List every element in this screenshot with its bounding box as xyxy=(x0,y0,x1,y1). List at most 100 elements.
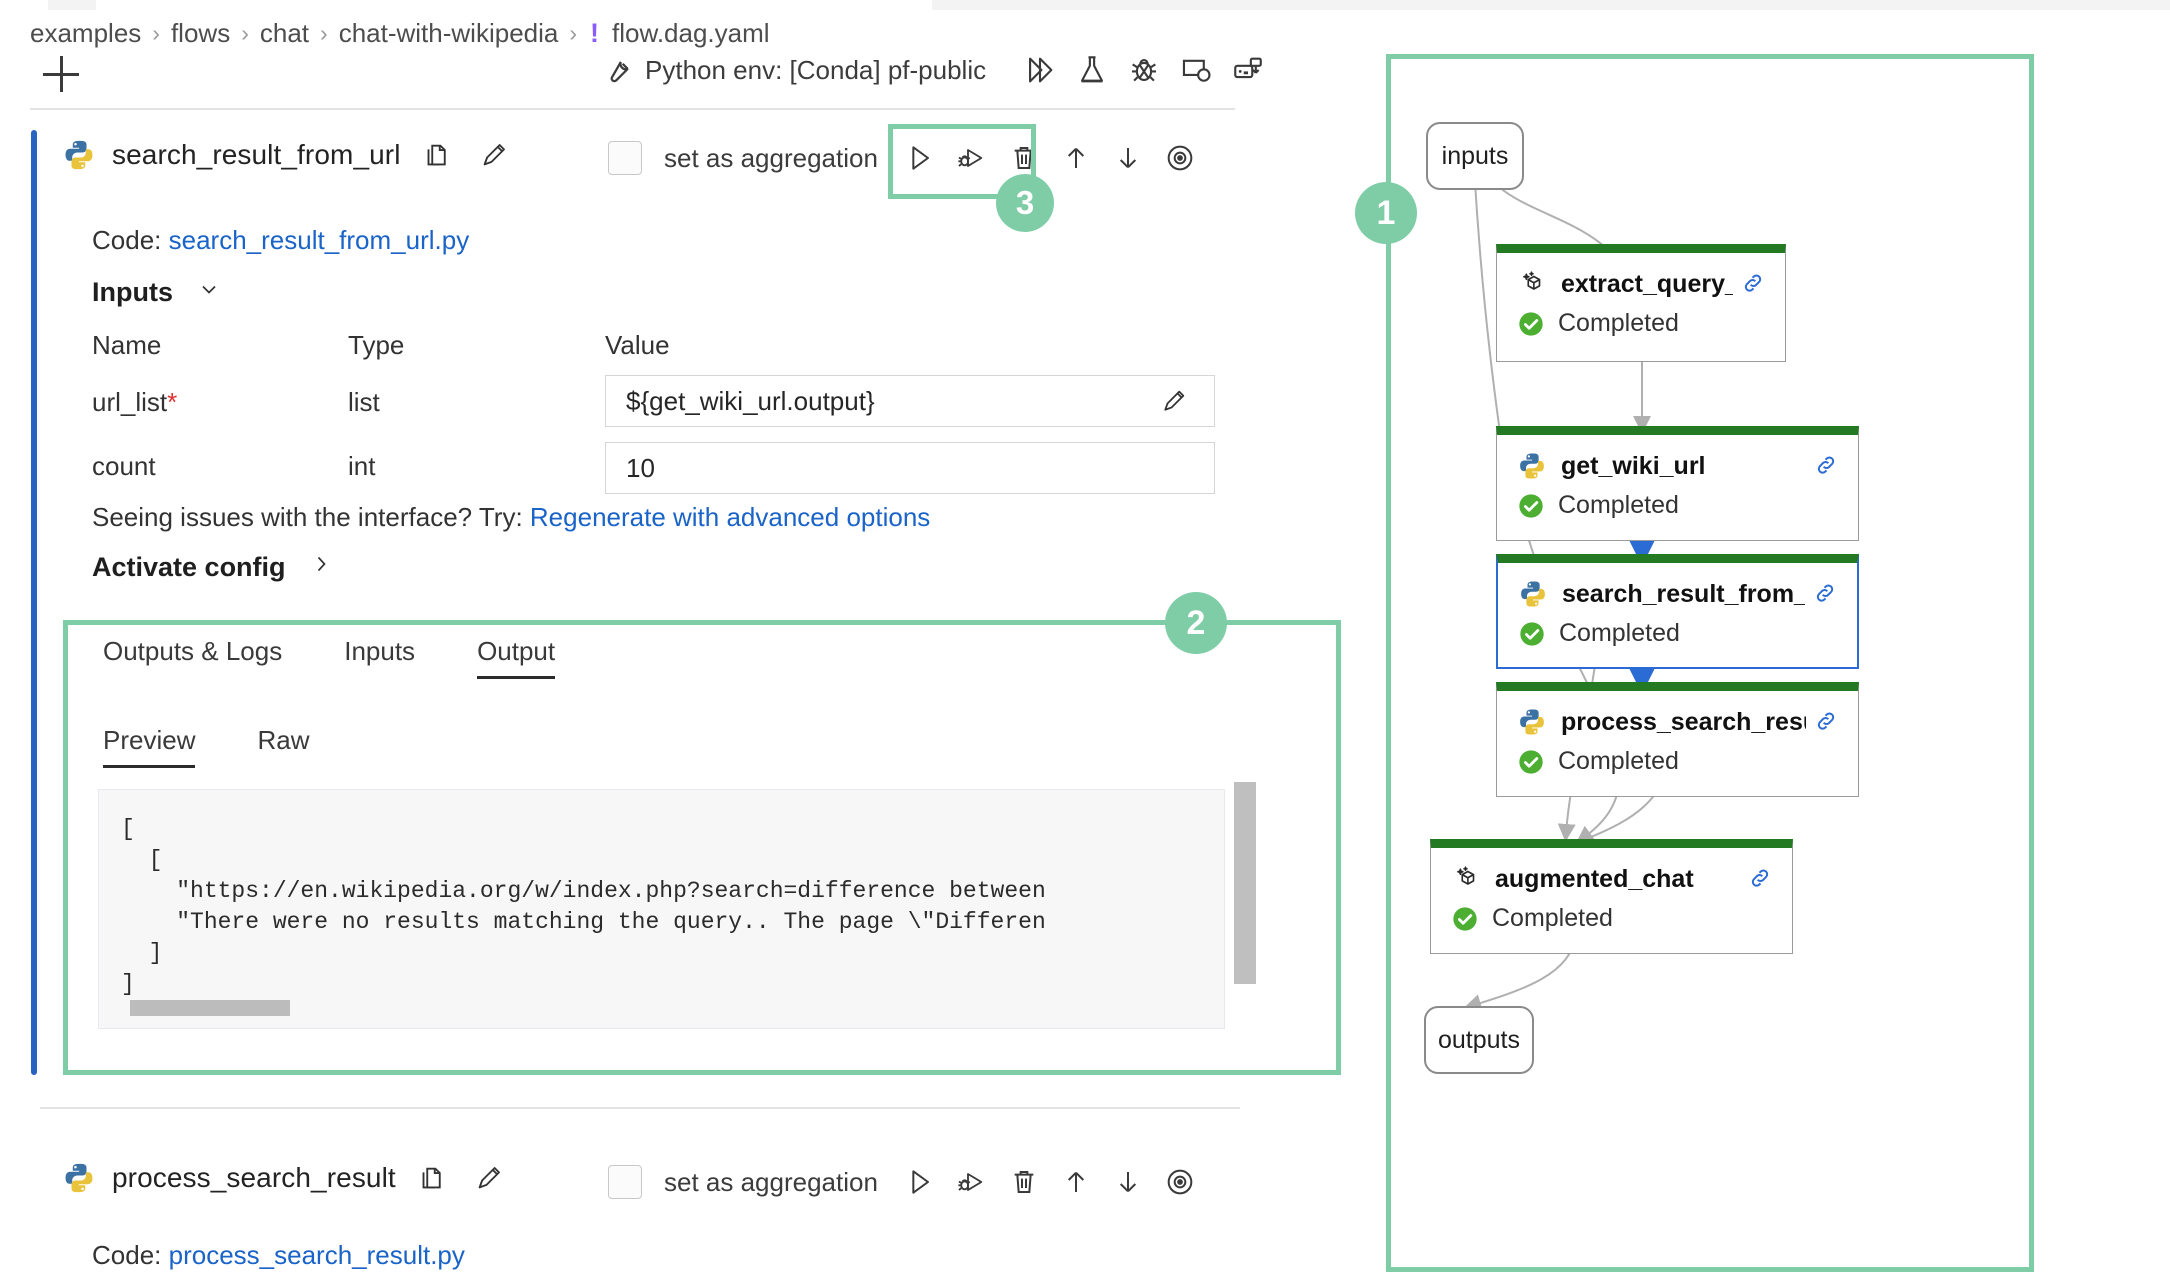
copy-icon[interactable] xyxy=(413,135,459,175)
chevron-down-icon[interactable] xyxy=(197,277,221,308)
node-code-line: Code: search_result_from_url.py xyxy=(92,225,469,256)
python-icon xyxy=(62,1161,96,1195)
set-as-aggregation-checkbox[interactable] xyxy=(608,1165,642,1199)
output-subtabs: Preview Raw xyxy=(103,725,372,768)
breadcrumb-separator: › xyxy=(241,19,249,46)
edit-pencil-icon[interactable] xyxy=(1154,381,1194,421)
wrench-icon xyxy=(600,53,634,87)
run-node-icon[interactable] xyxy=(894,136,946,180)
output-preview-text: [ [ "https://en.wikipedia.org/w/index.ph… xyxy=(121,816,1046,997)
set-as-aggregation-checkbox[interactable] xyxy=(608,141,642,175)
subtab-raw[interactable]: Raw xyxy=(257,725,309,768)
link-icon[interactable] xyxy=(1812,707,1842,737)
graph-node-status: Completed xyxy=(1558,747,1679,775)
status-check-icon xyxy=(1517,748,1545,776)
interface-hint: Seeing issues with the interface? Try: R… xyxy=(92,502,930,533)
add-node-button[interactable] xyxy=(43,56,79,92)
status-check-icon xyxy=(1451,905,1479,933)
move-down-icon[interactable] xyxy=(1102,136,1154,180)
selected-node-accent-bar xyxy=(31,130,37,1075)
delete-node-icon[interactable] xyxy=(998,1160,1050,1204)
graph-node-name: search_result_from_... xyxy=(1562,579,1805,608)
python-env-label: Python env: [Conda] pf-public xyxy=(645,54,987,85)
output-horizontal-scrollbar[interactable] xyxy=(130,1000,290,1016)
breadcrumb: examples › flows › chat › chat-with-wiki… xyxy=(30,14,770,52)
edit-pencil-icon[interactable] xyxy=(471,135,517,175)
breadcrumb-separator: › xyxy=(152,19,160,46)
link-icon[interactable] xyxy=(1811,579,1841,609)
graph-node-status: Completed xyxy=(1558,491,1679,519)
graph-node-inputs[interactable]: inputs xyxy=(1426,122,1524,190)
move-up-icon[interactable] xyxy=(1050,1160,1102,1204)
link-icon[interactable] xyxy=(1739,269,1769,299)
breadcrumb-item-examples[interactable]: examples xyxy=(30,18,141,49)
column-header-name: Name xyxy=(92,330,162,360)
code-file-link[interactable]: search_result_from_url.py xyxy=(169,225,470,255)
tab-outputs-and-logs[interactable]: Outputs & Logs xyxy=(103,636,282,679)
status-check-icon xyxy=(1518,620,1546,648)
tab-inputs[interactable]: Inputs xyxy=(344,636,415,679)
subtab-preview[interactable]: Preview xyxy=(103,725,196,768)
link-icon[interactable] xyxy=(1812,451,1842,481)
graph-node-name: extract_query_from_... xyxy=(1561,269,1733,298)
inputs-title-text: Inputs xyxy=(92,277,173,307)
debug-node-icon[interactable] xyxy=(946,1160,998,1204)
graph-node-status: Completed xyxy=(1492,904,1613,932)
export-icon[interactable] xyxy=(1222,50,1274,90)
input-row-type-count: int xyxy=(348,451,376,481)
activate-config-section[interactable]: Activate config xyxy=(92,552,333,583)
column-header-value: Value xyxy=(605,330,670,360)
input-row-name-url-list: url_list* xyxy=(92,387,177,418)
input-row-type-url-list: list xyxy=(348,387,380,417)
status-check-icon xyxy=(1517,492,1545,520)
inputs-section-title: Inputs xyxy=(92,277,221,308)
input-field-count[interactable]: 10 xyxy=(605,442,1215,494)
graph-node-get-wiki-url[interactable]: get_wiki_url Completed xyxy=(1496,426,1859,541)
node2-title: process_search_result xyxy=(112,1162,396,1193)
graph-node-search-result-from-url[interactable]: search_result_from_... Completed xyxy=(1496,554,1859,669)
breadcrumb-separator: › xyxy=(569,19,578,46)
flow-graph[interactable]: inputs extract_query_from_... xyxy=(1386,54,2034,1272)
graph-node-status: Completed xyxy=(1559,619,1680,647)
code-label: Code: xyxy=(92,225,162,255)
flask-icon[interactable] xyxy=(1066,50,1118,90)
tab-output[interactable]: Output xyxy=(477,636,556,679)
copy-icon[interactable] xyxy=(408,1158,454,1198)
code-file-link-2[interactable]: process_search_result.py xyxy=(169,1240,465,1270)
edit-pencil-icon[interactable] xyxy=(466,1158,512,1198)
input-field-url-list[interactable]: ${get_wiki_url.output} xyxy=(605,375,1215,427)
move-up-icon[interactable] xyxy=(1050,136,1102,180)
status-check-icon xyxy=(1517,310,1545,338)
llm-icon xyxy=(1517,269,1547,299)
graph-node-inputs-label: inputs xyxy=(1441,141,1509,170)
graph-node-outputs[interactable]: outputs xyxy=(1424,1006,1534,1074)
breadcrumb-item-flows[interactable]: flows xyxy=(171,18,230,49)
debug-node-icon[interactable] xyxy=(946,136,998,180)
chevron-right-icon[interactable] xyxy=(309,552,333,583)
app-window: examples › flows › chat › chat-with-wiki… xyxy=(0,0,2170,1276)
graph-node-augmented-chat[interactable]: augmented_chat Completed xyxy=(1430,839,1793,954)
node-actions xyxy=(894,136,1206,180)
aggregation-row-2: set as aggregation xyxy=(608,1160,1206,1204)
graph-node-extract-query[interactable]: extract_query_from_... Completed xyxy=(1496,244,1786,362)
window-top-strip xyxy=(0,0,2170,10)
move-down-icon[interactable] xyxy=(1102,1160,1154,1204)
breadcrumb-item-chat[interactable]: chat xyxy=(260,18,309,49)
breadcrumb-item-chat-with-wikipedia[interactable]: chat-with-wikipedia xyxy=(339,18,559,49)
target-icon[interactable] xyxy=(1154,1160,1206,1204)
regenerate-advanced-link[interactable]: Regenerate with advanced options xyxy=(530,502,930,532)
graph-node-name: augmented_chat xyxy=(1495,864,1694,893)
run-all-icon[interactable] xyxy=(1014,50,1066,90)
target-icon[interactable] xyxy=(1154,136,1206,180)
input-row-name-count: count xyxy=(92,451,156,481)
node-title: search_result_from_url xyxy=(112,139,401,170)
monitor-icon[interactable] xyxy=(1170,50,1222,90)
link-icon[interactable] xyxy=(1746,864,1776,894)
aggregation-row: set as aggregation xyxy=(608,136,1206,180)
bug-icon[interactable] xyxy=(1118,50,1170,90)
annotation-badge-2: 2 xyxy=(1165,592,1227,654)
run-node-icon[interactable] xyxy=(894,1160,946,1204)
breadcrumb-file-name[interactable]: flow.dag.yaml xyxy=(612,18,770,49)
output-vertical-scrollbar[interactable] xyxy=(1234,782,1256,984)
graph-node-process-search-result[interactable]: process_search_result Completed xyxy=(1496,682,1859,797)
